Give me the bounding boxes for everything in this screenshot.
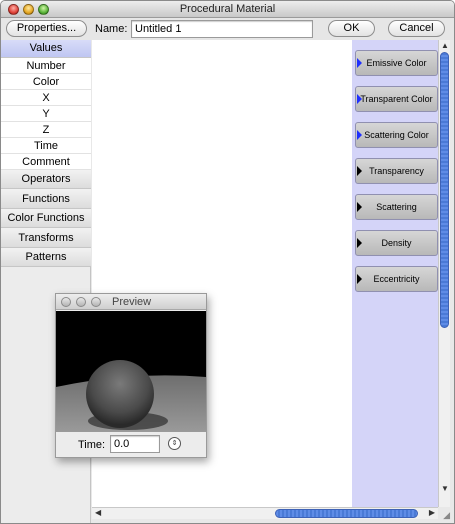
material-outputs-panel: Emissive Color Transparent Color Scatter… — [352, 40, 438, 507]
preview-zoom-button[interactable] — [91, 297, 101, 307]
toolbar: Properties... Name: OK Cancel — [1, 18, 454, 40]
output-scattering-color[interactable]: Scattering Color — [355, 122, 438, 148]
vertical-scroll-thumb[interactable] — [440, 52, 449, 328]
material-preview-render — [56, 311, 206, 432]
horizontal-scrollbar[interactable]: ◀ ▶ — [92, 507, 438, 519]
window-title: Procedural Material — [179, 3, 276, 15]
output-label: Transparent Color — [360, 94, 433, 104]
output-label: Emissive Color — [366, 58, 427, 68]
sidebar-item-operators[interactable]: Operators — [1, 170, 91, 189]
time-stepper-icon[interactable]: ⇕ — [168, 437, 181, 450]
sidebar-item-z[interactable]: Z — [1, 122, 91, 138]
scroll-right-arrow-icon[interactable]: ▶ — [429, 508, 435, 517]
procedural-material-window: Procedural Material Properties... Name: … — [0, 0, 455, 524]
preview-minimize-button[interactable] — [76, 297, 86, 307]
time-field[interactable] — [110, 435, 160, 453]
ok-button[interactable]: OK — [328, 20, 375, 37]
input-arrow-icon — [357, 238, 362, 248]
output-emissive-color[interactable]: Emissive Color — [355, 50, 438, 76]
output-label: Transparency — [369, 166, 424, 176]
output-label: Eccentricity — [373, 274, 420, 284]
input-arrow-icon — [357, 130, 362, 140]
sidebar-item-time[interactable]: Time — [1, 138, 91, 154]
name-field[interactable] — [131, 20, 313, 38]
sidebar-item-transforms[interactable]: Transforms — [1, 228, 91, 248]
input-arrow-icon — [357, 166, 362, 176]
preview-title-bar[interactable]: Preview — [56, 294, 206, 310]
preview-title: Preview — [112, 296, 152, 308]
sidebar-item-y[interactable]: Y — [1, 106, 91, 122]
output-transparency[interactable]: Transparency — [355, 158, 438, 184]
preview-window: Preview Time: 0.0 ⇕ — [55, 293, 207, 458]
scroll-up-arrow-icon[interactable]: ▲ — [441, 41, 449, 50]
input-arrow-icon — [357, 202, 362, 212]
resize-grip-icon[interactable]: ◢ — [443, 510, 450, 521]
properties-button[interactable]: Properties... — [6, 20, 87, 37]
output-label: Density — [381, 238, 412, 248]
sidebar-item-values[interactable]: Values — [1, 40, 91, 58]
horizontal-scroll-thumb[interactable] — [275, 509, 418, 518]
input-arrow-icon — [357, 94, 362, 104]
sidebar-item-patterns[interactable]: Patterns — [1, 248, 91, 267]
vertical-scrollbar[interactable]: ▲ ▼ — [438, 40, 450, 507]
title-bar[interactable]: Procedural Material — [1, 1, 454, 18]
scroll-left-arrow-icon[interactable]: ◀ — [95, 508, 101, 517]
input-arrow-icon — [357, 274, 362, 284]
input-arrow-icon — [357, 58, 362, 68]
output-label: Scattering — [376, 202, 417, 212]
sidebar-item-x[interactable]: X — [1, 90, 91, 106]
preview-close-button[interactable] — [61, 297, 71, 307]
time-label: Time: — [78, 439, 106, 451]
sidebar-item-comment[interactable]: Comment — [1, 154, 91, 170]
output-label: Scattering Color — [364, 130, 429, 140]
sidebar-item-color[interactable]: Color — [1, 74, 91, 90]
name-label: Name: — [95, 23, 128, 35]
output-scattering[interactable]: Scattering — [355, 194, 438, 220]
scroll-down-arrow-icon[interactable]: ▼ — [441, 484, 449, 493]
cancel-button[interactable]: Cancel — [388, 20, 445, 37]
output-transparent-color[interactable]: Transparent Color — [355, 86, 438, 112]
output-eccentricity[interactable]: Eccentricity — [355, 266, 438, 292]
output-density[interactable]: Density — [355, 230, 438, 256]
sidebar-item-color-functions[interactable]: Color Functions — [1, 209, 91, 228]
sidebar-item-functions[interactable]: Functions — [1, 189, 91, 209]
sidebar-item-number[interactable]: Number — [1, 58, 91, 74]
